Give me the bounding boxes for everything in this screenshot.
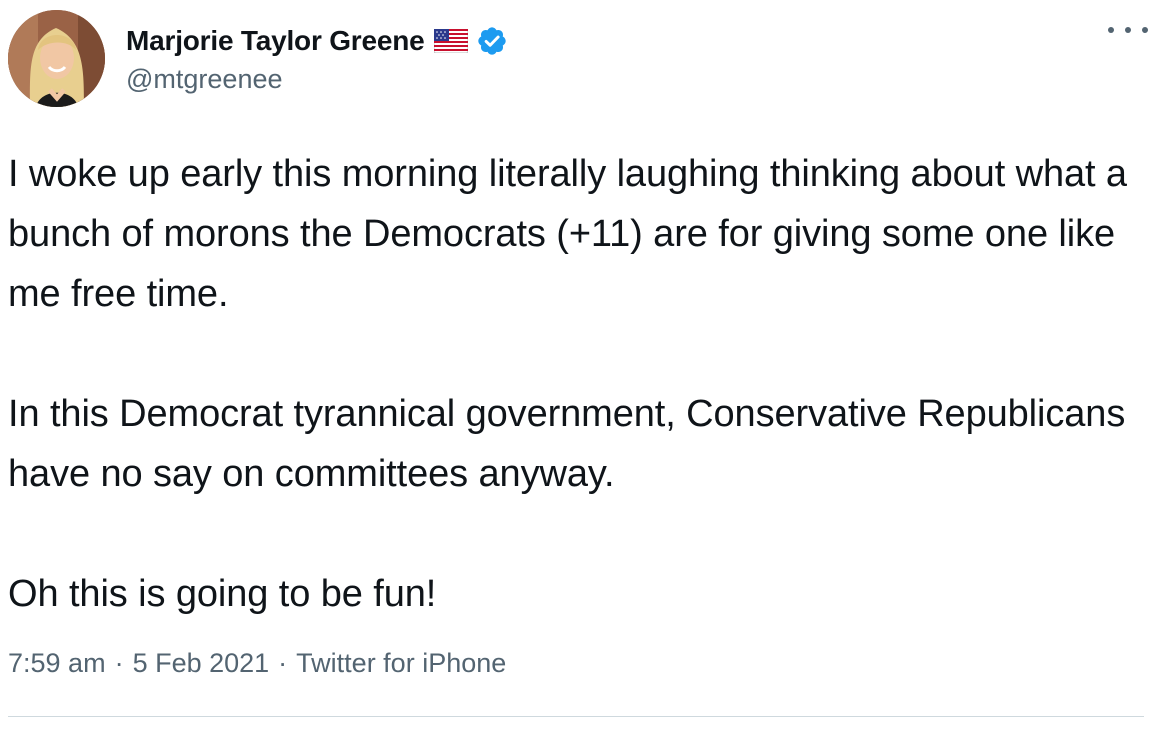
divider: [8, 716, 1144, 717]
tweet-paragraph: Oh this is going to be fun!: [8, 573, 437, 615]
display-name[interactable]: Marjorie Taylor Greene: [126, 25, 425, 57]
tweet-header: Marjorie Taylor Greene @mtgreenee: [8, 10, 1158, 110]
tweet-text: I woke up early this morning literally l…: [8, 144, 1148, 624]
tweet-paragraph: In this Democrat tyrannical government, …: [8, 393, 1126, 495]
tweet-meta: 7:59 am · 5 Feb 2021 · Twitter for iPhon…: [8, 648, 506, 679]
tweet-time[interactable]: 7:59 am: [8, 648, 106, 679]
user-info: Marjorie Taylor Greene @mtgreenee: [126, 24, 508, 95]
avatar[interactable]: [8, 10, 105, 107]
user-handle[interactable]: @mtgreenee: [126, 64, 508, 95]
tweet-card: Marjorie Taylor Greene @mtgreenee I woke…: [0, 0, 1164, 740]
verified-badge-icon: [476, 25, 508, 57]
tweet-date[interactable]: 5 Feb 2021: [133, 648, 270, 679]
avatar-image: [8, 10, 105, 107]
more-options-icon[interactable]: [1108, 20, 1148, 40]
tweet-source[interactable]: Twitter for iPhone: [296, 648, 506, 679]
more-dot: [1142, 27, 1148, 33]
tweet-paragraph: I woke up early this morning literally l…: [8, 153, 1127, 315]
more-dot: [1125, 27, 1131, 33]
more-dot: [1108, 27, 1114, 33]
meta-separator: ·: [278, 648, 288, 678]
name-row: Marjorie Taylor Greene: [126, 24, 508, 58]
us-flag-icon: [433, 28, 469, 54]
meta-separator: ·: [114, 648, 124, 678]
